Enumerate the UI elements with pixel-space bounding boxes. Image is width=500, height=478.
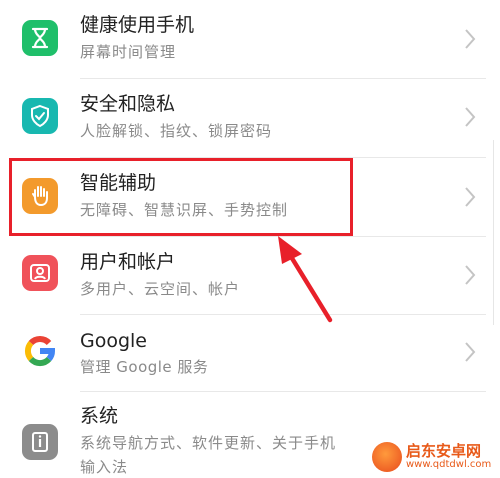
watermark-url: www.qdtdwl.com bbox=[406, 459, 492, 470]
watermark-logo-icon bbox=[372, 442, 402, 472]
annotation-arrow-icon bbox=[278, 236, 333, 323]
watermark-title: 启东安卓网 bbox=[406, 442, 482, 460]
